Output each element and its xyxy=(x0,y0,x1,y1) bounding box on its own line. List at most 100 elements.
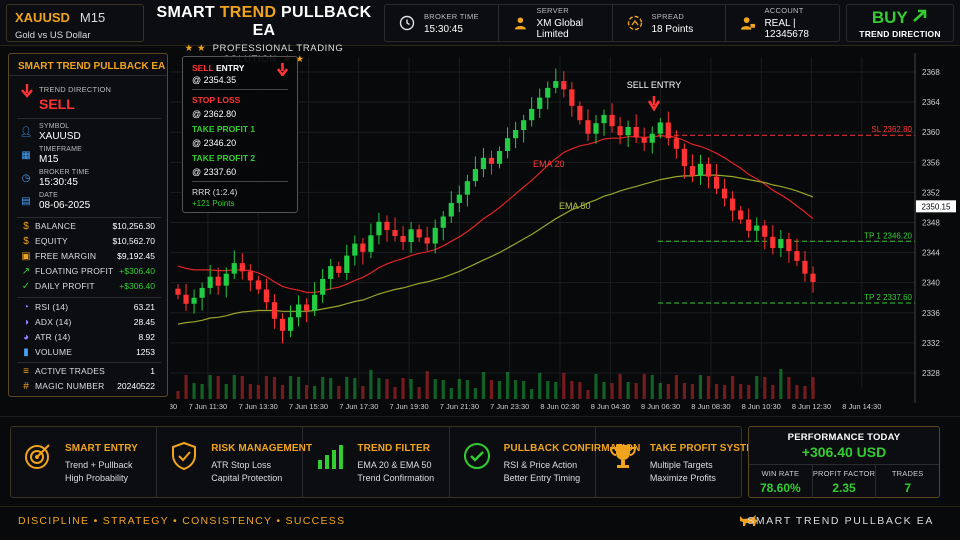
volume-bar xyxy=(385,379,389,399)
volume-bar xyxy=(449,388,453,399)
timeframe-label: TIMEFRAME xyxy=(39,146,83,153)
symbol-box[interactable]: XAUUSD M15 Gold vs US Dollar xyxy=(6,4,144,42)
candle-body xyxy=(665,122,671,139)
gauge-icon: ◔ xyxy=(22,302,30,313)
risk-reward: RRR (1:2.4) xyxy=(192,187,238,197)
info-bar: BROKER TIME 15:30:45 SERVER XM Global Limi… xyxy=(384,4,840,42)
volume-row: ▮ VOLUME 1253 xyxy=(9,346,167,360)
kv-label: MAGIC NUMBER xyxy=(35,381,105,391)
candle-body xyxy=(456,194,462,203)
gauge-icon: ◕ xyxy=(22,332,30,343)
candle-body xyxy=(384,221,390,231)
active-trades-row: ≡ ACTIVE TRADES 1 xyxy=(9,365,167,379)
x-tick-label: 8 Jun 02:30 xyxy=(540,402,579,411)
volume-bar xyxy=(473,388,478,399)
volume-bar xyxy=(264,376,269,399)
info-value: 15:30:45 xyxy=(424,23,463,35)
adx-row: ◑ ADX (14) 28.45 xyxy=(9,316,167,330)
volume-bar xyxy=(602,382,606,399)
level-label: SL 2362.80 xyxy=(871,125,912,134)
volume-bar xyxy=(618,374,622,399)
kv-value: +$306.40 xyxy=(119,266,155,276)
candle-body xyxy=(585,120,591,134)
y-tick-label: 2340 xyxy=(922,279,940,288)
kv-label: DAILY PROFIT xyxy=(35,281,95,291)
candle-body xyxy=(553,81,559,88)
symbol-description: Gold vs US Dollar xyxy=(15,30,91,41)
candle-body xyxy=(191,297,197,304)
ema20-label: EMA 20 xyxy=(533,159,565,169)
app-title: SMART TREND PULLBACK EA ★ ★ PROFESSIONAL… xyxy=(150,4,378,65)
trend-direction-box[interactable]: BUY TREND DIRECTION xyxy=(846,4,954,42)
stat-value: 7 xyxy=(904,481,912,495)
kv-label: BALANCE xyxy=(35,221,77,231)
kv-value: 8.92 xyxy=(138,332,155,342)
candle-body xyxy=(770,236,776,249)
x-tick-label: 7 Jun 09:30 xyxy=(170,402,177,411)
kv-value: 1 xyxy=(150,366,155,376)
candle-body xyxy=(239,263,245,272)
candle-body xyxy=(400,236,406,243)
panel-title: SMART TREND PULLBACK EA xyxy=(9,54,167,76)
x-tick-label: 7 Jun 23:30 xyxy=(490,402,529,411)
kv-value: 63.21 xyxy=(133,302,155,312)
candle-body xyxy=(633,126,639,138)
broker-time-value: 15:30:45 xyxy=(39,177,78,188)
symbol-value: XAUUSD xyxy=(39,131,81,142)
candle-body xyxy=(368,235,374,252)
candle-body xyxy=(577,105,583,121)
candle-body xyxy=(287,317,294,331)
title-part-2: TREND xyxy=(219,4,277,21)
balance-row: $ BALANCE $10,256.30 xyxy=(9,220,167,234)
x-tick-label: 7 Jun 17:30 xyxy=(339,402,378,411)
kv-value: 1253 xyxy=(136,347,155,357)
divider xyxy=(17,217,161,218)
volume-bar xyxy=(417,387,421,399)
candle-body xyxy=(754,225,760,231)
x-tick-label: 7 Jun 21:30 xyxy=(440,402,479,411)
volume-bar xyxy=(489,380,494,399)
candle-body xyxy=(697,163,704,176)
stop-loss-price: @ 2362.80 xyxy=(192,109,237,119)
candle-body xyxy=(424,237,430,244)
volume-bar xyxy=(739,384,743,399)
volume-bar xyxy=(393,387,397,399)
candle-body xyxy=(730,198,736,211)
volume-bar xyxy=(481,372,486,399)
candle-body xyxy=(304,304,310,311)
x-tick-label: 8 Jun 12:30 xyxy=(792,402,831,411)
feature-risk-management: RISK MANAGEMENT ATR Stop Loss Capital Pr… xyxy=(157,427,312,497)
info-label: SERVER xyxy=(536,6,569,15)
info-label: ACCOUNT xyxy=(764,6,804,15)
candle-body xyxy=(223,273,229,286)
info-server: SERVER XM Global Limited xyxy=(499,5,613,41)
candle-body xyxy=(657,122,663,134)
feature-line: EMA 20 & EMA 50 xyxy=(357,460,432,470)
kv-value: +$306.40 xyxy=(119,281,155,291)
volume-bar xyxy=(642,374,646,399)
performance-stats: WIN RATE 78.60% PROFIT FACTOR 2.35 TRADES 7 xyxy=(749,464,939,498)
atr-row: ◕ ATR (14) 8.92 xyxy=(9,331,167,345)
trend-up-icon: ↗ xyxy=(21,266,31,277)
x-tick-label: 8 Jun 06:30 xyxy=(641,402,680,411)
timeframe-row: ▦ TIMEFRAME M15 xyxy=(9,146,167,168)
candle-body xyxy=(352,243,358,256)
stat-profit-factor: PROFIT FACTOR 2.35 xyxy=(813,465,877,498)
kv-value: $10,562.70 xyxy=(112,236,155,246)
feature-line: ATR Stop Loss xyxy=(211,460,272,470)
candle-body xyxy=(247,271,253,281)
sell-label: SELL xyxy=(192,63,214,73)
volume-bar xyxy=(313,386,317,399)
x-tick-label: 8 Jun 04:30 xyxy=(591,402,630,411)
timeframe-value: M15 xyxy=(39,154,59,165)
info-value: REAL | 12345678 xyxy=(764,18,809,40)
volume-bar xyxy=(232,375,236,399)
feature-title: TREND FILTER xyxy=(357,443,431,454)
candle-body xyxy=(255,280,261,290)
volume-bar xyxy=(272,377,277,399)
level-label: TP 1 2346.20 xyxy=(864,231,912,240)
candle-body xyxy=(746,219,752,231)
trend-label: TREND DIRECTION xyxy=(39,85,112,94)
calendar-icon: ▤ xyxy=(21,196,31,207)
candle-body xyxy=(231,263,237,274)
